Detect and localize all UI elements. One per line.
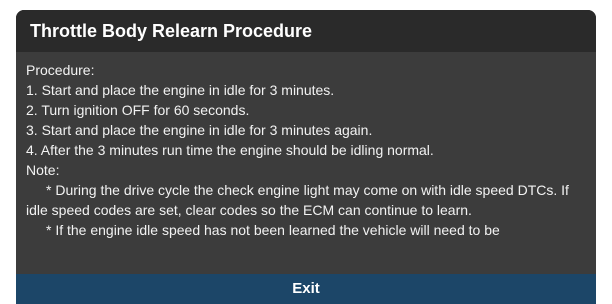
procedure-step-3: 3. Start and place the engine in idle fo… <box>26 122 373 138</box>
procedure-step-1: 1. Start and place the engine in idle fo… <box>26 82 335 98</box>
procedure-step-4: 4. After the 3 minutes run time the engi… <box>26 142 434 158</box>
note-item-2: * If the engine idle speed has not been … <box>46 222 500 238</box>
dialog-title: Throttle Body Relearn Procedure <box>16 10 596 52</box>
procedure-step-2: 2. Turn ignition OFF for 60 seconds. <box>26 102 250 118</box>
note-label: Note: <box>26 162 60 178</box>
exit-button[interactable]: Exit <box>16 274 596 304</box>
note-item-1: * During the drive cycle the check engin… <box>26 182 569 218</box>
procedure-label: Procedure: <box>26 62 95 78</box>
procedure-text-area[interactable]: Procedure: 1. Start and place the engine… <box>16 52 596 274</box>
relearn-dialog: Throttle Body Relearn Procedure Procedur… <box>16 10 596 304</box>
